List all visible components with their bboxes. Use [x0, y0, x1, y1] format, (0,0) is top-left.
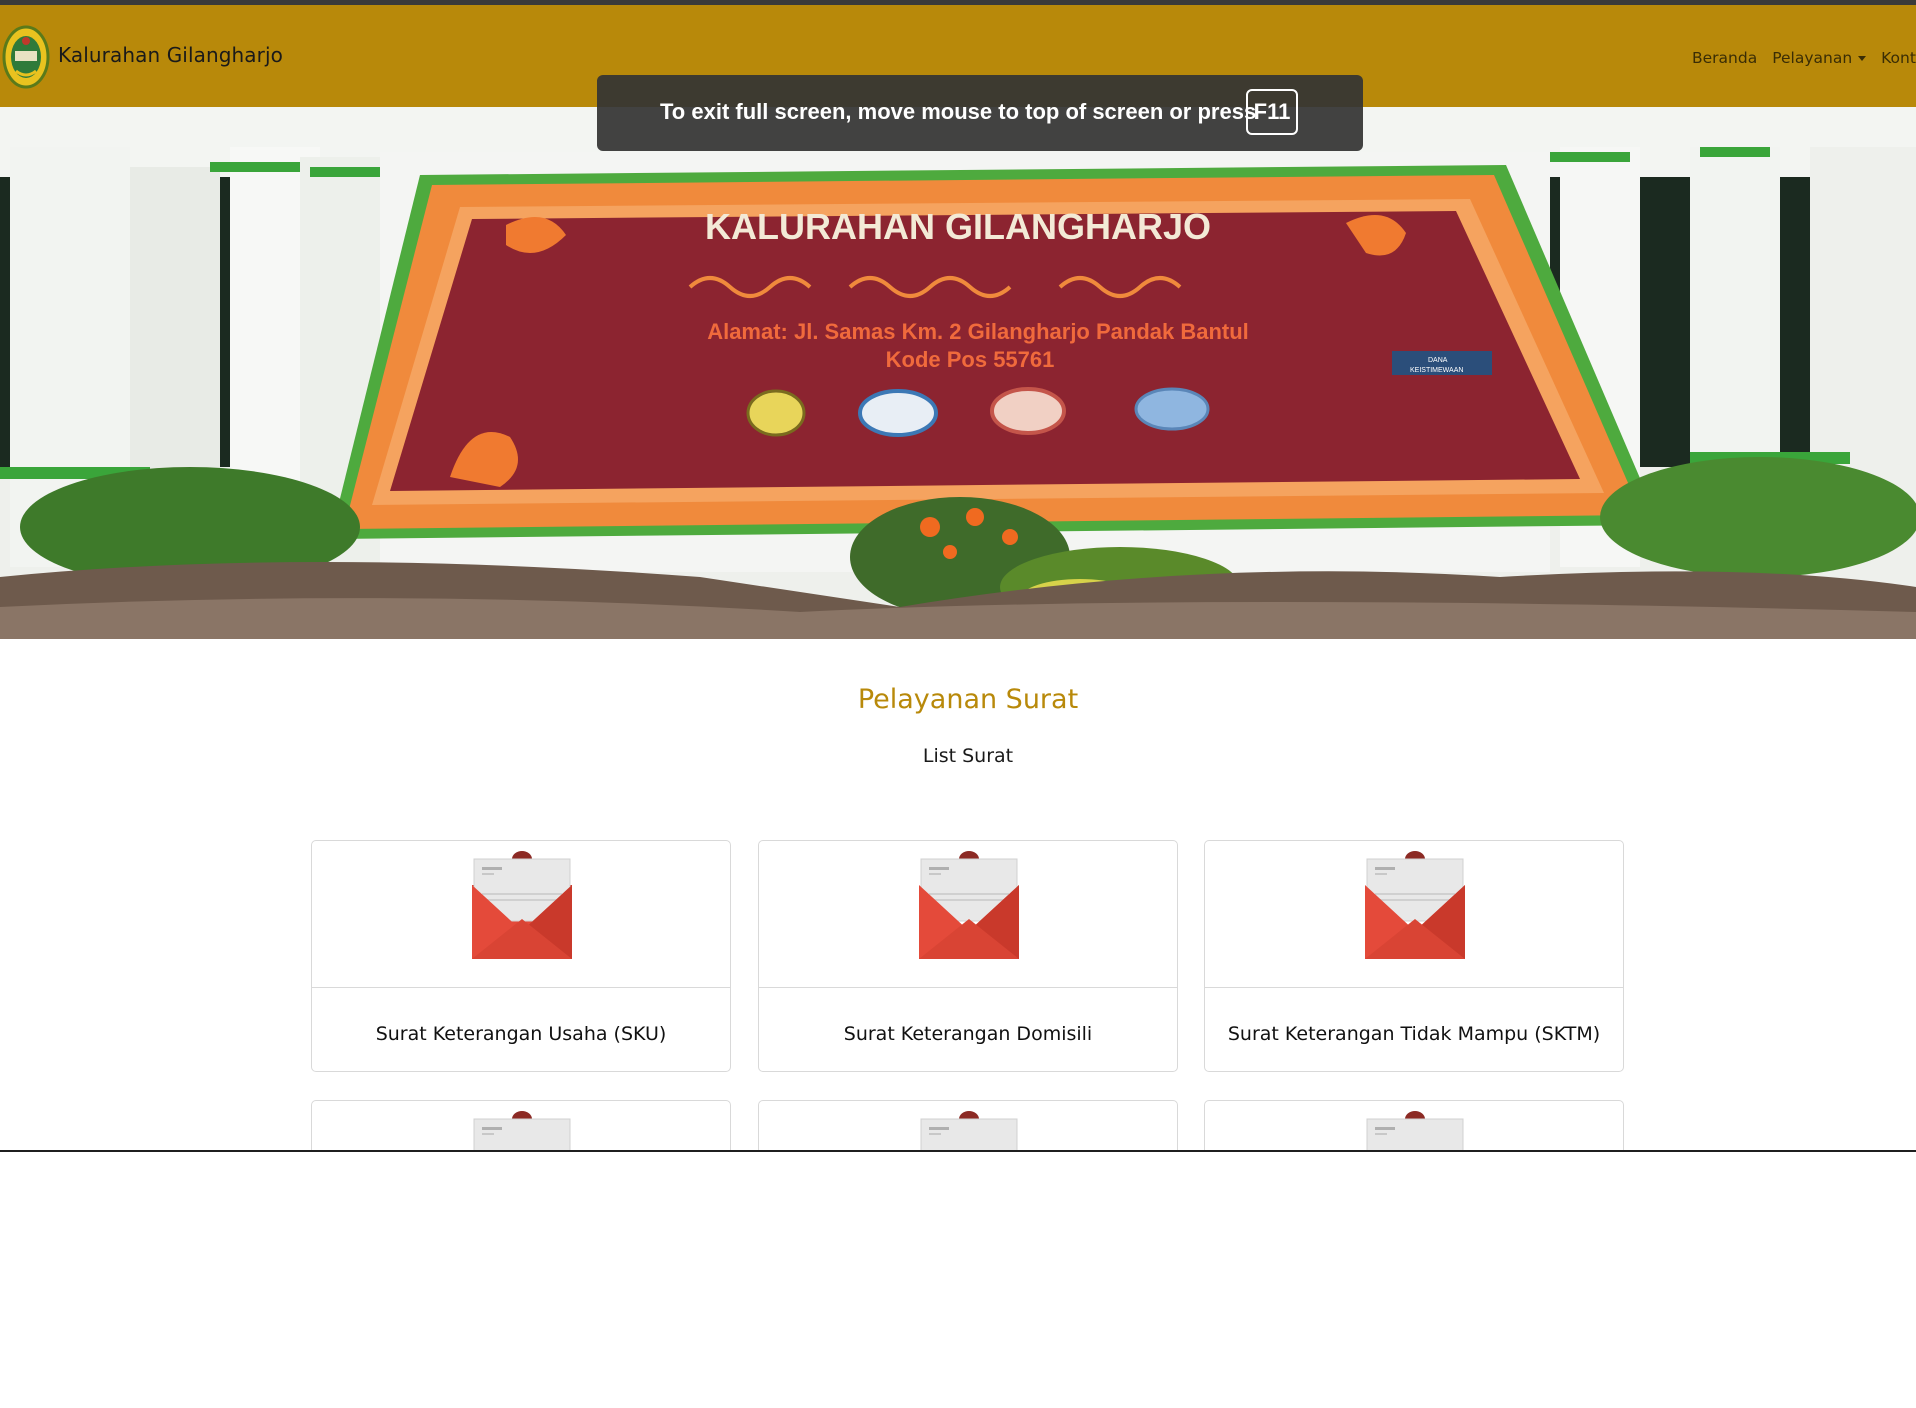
- section-title: Pelayanan Surat: [857, 684, 1079, 715]
- fullscreen-notice-message: To exit full screen, move mouse to top o…: [660, 99, 1257, 124]
- envelope-letter-icon: [1365, 851, 1465, 959]
- fullscreen-notice: To exit full screen, move mouse to top o…: [597, 75, 1363, 151]
- nav-link-pelayanan[interactable]: Pelayanan: [1772, 49, 1867, 67]
- sign-postcode: Kode Pos 55761: [886, 347, 1055, 372]
- envelope-letter-icon: [472, 851, 572, 959]
- card-image: [312, 1101, 730, 1150]
- sign-address: Alamat: Jl. Samas Km. 2 Gilangharjo Pand…: [707, 319, 1249, 344]
- kalurahan-logo-icon[interactable]: [2, 21, 50, 89]
- card-image: [759, 1101, 1177, 1150]
- envelope-letter-icon: [919, 851, 1019, 959]
- envelope-letter-icon: [473, 1111, 571, 1150]
- nav-link-kontak[interactable]: Konta: [1881, 49, 1916, 67]
- hero-banner: KALURAHAN GILANGHARJO Alamat: Jl. Samas …: [0, 107, 1916, 639]
- envelope-letter-icon: [1366, 1111, 1464, 1150]
- brand-name[interactable]: Kalurahan Gilangharjo: [58, 43, 283, 67]
- service-card-sktm[interactable]: Surat Keterangan Tidak Mampu (SKTM): [1204, 840, 1624, 1072]
- nav-link-beranda[interactable]: Beranda: [1692, 49, 1757, 67]
- card-title: Surat Keterangan Tidak Mampu (SKTM): [1227, 1023, 1601, 1045]
- card-title: Surat Keterangan Domisili: [843, 1023, 1093, 1045]
- fullscreen-notice-key: F11: [1246, 89, 1298, 135]
- envelope-letter-icon: [920, 1111, 1018, 1150]
- section-subtitle: List Surat: [922, 745, 1014, 767]
- sign-title: KALURAHAN GILANGHARJO: [705, 206, 1211, 247]
- hero-photo: KALURAHAN GILANGHARJO Alamat: Jl. Samas …: [0, 107, 1916, 639]
- card-image: [759, 841, 1177, 988]
- sign-badge-line1: DANA: [1428, 357, 1448, 364]
- service-card-partial[interactable]: [311, 1100, 731, 1150]
- nav-links: Beranda Pelayanan Konta: [1692, 49, 1916, 67]
- viewport-bottom-edge: [0, 1150, 1916, 1152]
- nav-link-pelayanan-label: Pelayanan: [1772, 49, 1853, 67]
- service-card-partial[interactable]: [758, 1100, 1178, 1150]
- card-image: [1205, 841, 1623, 988]
- card-image: [1205, 1101, 1623, 1150]
- sign-badge-line2: KEISTIMEWAAN: [1410, 367, 1463, 374]
- page-viewport: Kalurahan Gilangharjo Beranda Pelayanan Ko…: [0, 0, 1916, 1150]
- service-card-sku[interactable]: Surat Keterangan Usaha (SKU): [311, 840, 731, 1072]
- card-title: Surat Keterangan Usaha (SKU): [375, 1023, 667, 1045]
- chevron-down-icon: [1858, 56, 1867, 61]
- service-card-domisili[interactable]: Surat Keterangan Domisili: [758, 840, 1178, 1072]
- service-card-partial[interactable]: [1204, 1100, 1624, 1150]
- card-image: [312, 841, 730, 988]
